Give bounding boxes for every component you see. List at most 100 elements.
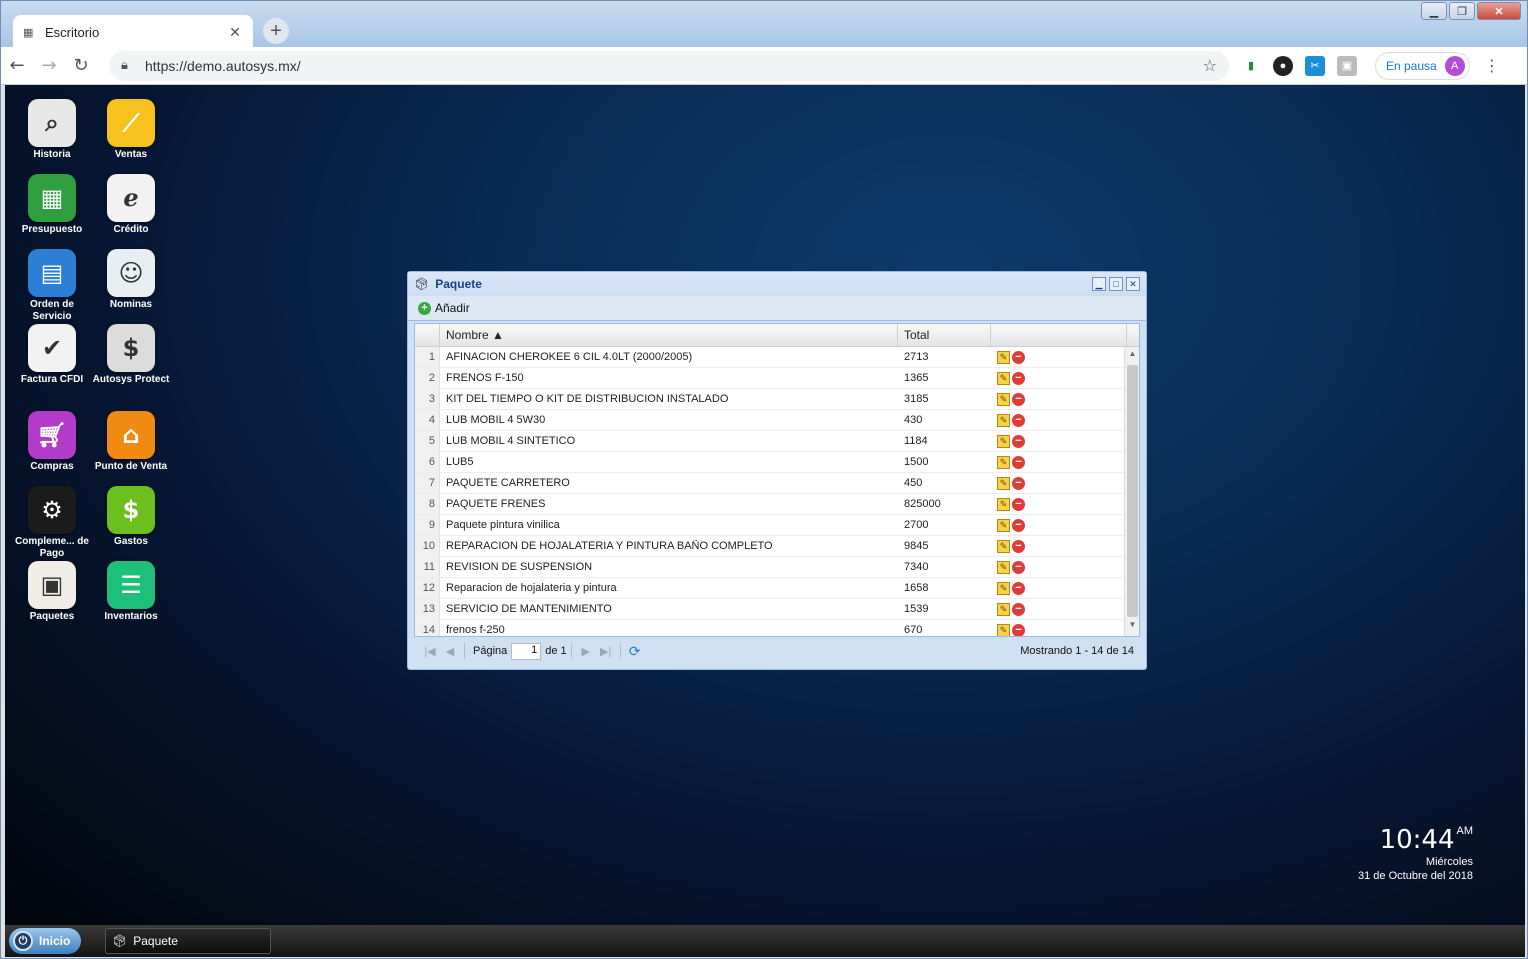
add-button[interactable]: + Añadir: [418, 301, 470, 315]
taskbar-window-paquete[interactable]: 📦︎ Paquete: [105, 928, 271, 954]
edit-icon[interactable]: ✎: [997, 581, 1010, 595]
close-window-button[interactable]: ✕: [1477, 2, 1521, 20]
desktop-icon-autosys-protect[interactable]: $ Autosys Protect: [92, 324, 170, 386]
desktop-icon-factura-cfdi[interactable]: ✔ Factura CFDI: [13, 324, 91, 386]
desktop-icon-historia[interactable]: ⌕ Historia: [13, 99, 91, 161]
table-row[interactable]: 12 Reparacion de hojalateria y pintura 165…: [415, 578, 1125, 599]
edit-icon[interactable]: ✎: [997, 434, 1010, 448]
desktop-icon-inventarios[interactable]: ☰ Inventarios: [92, 561, 170, 623]
delete-icon[interactable]: −: [1012, 455, 1025, 469]
column-header-name[interactable]: Nombre ▲: [440, 324, 898, 346]
table-row[interactable]: 2 FRENOS F-150 1365 ✎ −: [415, 368, 1125, 389]
first-page-icon[interactable]: |◀: [420, 645, 440, 658]
edit-icon[interactable]: ✎: [997, 539, 1010, 553]
close-window-button[interactable]: ✕: [1126, 277, 1140, 291]
browser-menu-icon[interactable]: ⋮: [1484, 56, 1500, 76]
address-bar[interactable]: 🔒︎ https://demo.autosys.mx/ ☆: [109, 50, 1229, 81]
delete-icon[interactable]: −: [1012, 476, 1025, 490]
start-button[interactable]: ⏻ Inicio: [9, 928, 81, 954]
desktop-icon-compleme-de-pago[interactable]: ⚙ Compleme... de Pago: [13, 486, 91, 560]
reload-icon[interactable]: ↻: [65, 55, 97, 76]
page-input[interactable]: 1: [511, 642, 542, 660]
table-row[interactable]: 1 AFINACION CHEROKEE 6 CIL 4.0LT (2000/20…: [415, 347, 1125, 368]
url-text[interactable]: https://demo.autosys.mx/: [145, 58, 1203, 74]
desktop-icon-paquetes[interactable]: ▣ Paquetes: [13, 561, 91, 623]
forward-icon[interactable]: →: [33, 55, 65, 76]
column-header-total[interactable]: Total: [898, 324, 991, 346]
edit-icon[interactable]: ✎: [997, 392, 1010, 406]
delete-icon[interactable]: −: [1012, 350, 1025, 364]
browser-window: ▦ Escritorio ✕ + ▁ ❐ ✕ ← → ↻ 🔒︎ https://…: [0, 0, 1528, 959]
minimize-button[interactable]: ▁: [1421, 2, 1447, 20]
prev-page-icon[interactable]: ◀: [440, 645, 460, 658]
maximize-window-button[interactable]: □: [1109, 277, 1123, 291]
next-page-icon[interactable]: ▶: [576, 645, 596, 658]
back-icon[interactable]: ←: [1, 55, 33, 76]
new-tab-button[interactable]: +: [263, 18, 289, 44]
window-header[interactable]: 📦︎ Paquete ▁ □ ✕: [408, 272, 1146, 296]
extension-scissors-icon[interactable]: ✂: [1305, 55, 1325, 76]
desktop-icon-presupuesto[interactable]: ▦ Presupuesto: [13, 174, 91, 236]
table-row[interactable]: 11 REVISION DE SUSPENSION 7340 ✎ −: [415, 557, 1125, 578]
table-row[interactable]: 8 PAQUETE FRENES 825000 ✎ −: [415, 494, 1125, 515]
desktop-icon-compras[interactable]: 🛒︎ Compras: [13, 411, 91, 473]
minimize-window-button[interactable]: ▁: [1092, 277, 1106, 291]
desktop-icon-punto-de-venta[interactable]: ⌂ Punto de Venta: [92, 411, 170, 473]
delete-icon[interactable]: −: [1012, 497, 1025, 511]
table-row[interactable]: 5 LUB MOBIL 4 SINTETICO 1184 ✎ −: [415, 431, 1125, 452]
scroll-down-icon[interactable]: ▼: [1125, 620, 1140, 634]
desktop-icon-orden-de-servicio[interactable]: ▤ Orden de Servicio: [13, 249, 91, 323]
xml-invoice-icon: ✔: [28, 324, 76, 372]
vertical-scrollbar[interactable]: ▲ ▼: [1124, 347, 1139, 636]
table-row[interactable]: 6 LUB5 1500 ✎ −: [415, 452, 1125, 473]
delete-icon[interactable]: −: [1012, 602, 1025, 616]
delete-icon[interactable]: −: [1012, 560, 1025, 574]
package-total: 1500: [904, 456, 929, 468]
delete-icon[interactable]: −: [1012, 539, 1025, 553]
desktop-icon-ventas[interactable]: ⟋ Ventas: [92, 99, 170, 161]
delete-icon[interactable]: −: [1012, 518, 1025, 532]
table-row[interactable]: 14 frenos f-250 670 ✎ −: [415, 620, 1125, 636]
scroll-thumb[interactable]: [1127, 365, 1138, 617]
desktop-icon-label: Gastos: [114, 536, 148, 547]
table-row[interactable]: 10 REPARACION DE HOJALATERIA Y PINTURA BA…: [415, 536, 1125, 557]
browser-tab[interactable]: ▦ Escritorio ✕: [13, 15, 253, 49]
table-row[interactable]: 13 SERVICIO DE MANTENIMIENTO 1539 ✎ −: [415, 599, 1125, 620]
delete-icon[interactable]: −: [1012, 371, 1025, 385]
edit-icon[interactable]: ✎: [997, 623, 1010, 636]
edit-icon[interactable]: ✎: [997, 602, 1010, 616]
table-row[interactable]: 3 KIT DEL TIEMPO O KIT DE DISTRIBUCION IN…: [415, 389, 1125, 410]
extension-chart-icon[interactable]: ▮: [1241, 55, 1261, 76]
edit-icon[interactable]: ✎: [997, 455, 1010, 469]
desktop-icon-cr-dito[interactable]: ℯ Crédito: [92, 174, 170, 236]
table-row[interactable]: 4 LUB MOBIL 4 5W30 430 ✎ −: [415, 410, 1125, 431]
close-tab-icon[interactable]: ✕: [227, 24, 243, 41]
desktop-icon-nominas[interactable]: ☺ Nominas: [92, 249, 170, 311]
table-row[interactable]: 7 PAQUETE CARRETERO 450 ✎ −: [415, 473, 1125, 494]
delete-icon[interactable]: −: [1012, 392, 1025, 406]
edit-icon[interactable]: ✎: [997, 518, 1010, 532]
row-actions: ✎ −: [991, 623, 1081, 636]
edit-icon[interactable]: ✎: [997, 476, 1010, 490]
maximize-button[interactable]: ❐: [1449, 2, 1475, 20]
site-info-icon[interactable]: 🔒︎: [121, 58, 145, 73]
delete-icon[interactable]: −: [1012, 434, 1025, 448]
edit-icon[interactable]: ✎: [997, 413, 1010, 427]
profile-button[interactable]: En pausa A: [1375, 51, 1470, 80]
extension-circle-icon[interactable]: ●: [1273, 55, 1293, 76]
delete-icon[interactable]: −: [1012, 413, 1025, 427]
refresh-icon[interactable]: ⟳: [625, 643, 645, 660]
delete-icon[interactable]: −: [1012, 623, 1025, 636]
desktop-icon-label: Ventas: [114, 149, 148, 160]
desktop-icon-gastos[interactable]: $ Gastos: [92, 486, 170, 548]
last-page-icon[interactable]: ▶|: [596, 645, 616, 658]
edit-icon[interactable]: ✎: [997, 350, 1010, 364]
edit-icon[interactable]: ✎: [997, 560, 1010, 574]
table-row[interactable]: 9 Paquete pintura vinilica 2700 ✎ −: [415, 515, 1125, 536]
scroll-up-icon[interactable]: ▲: [1125, 349, 1140, 363]
delete-icon[interactable]: −: [1012, 581, 1025, 595]
bookmark-star-icon[interactable]: ☆: [1203, 56, 1217, 75]
extension-person-icon[interactable]: ▣: [1337, 55, 1357, 76]
edit-icon[interactable]: ✎: [997, 371, 1010, 385]
edit-icon[interactable]: ✎: [997, 497, 1010, 511]
